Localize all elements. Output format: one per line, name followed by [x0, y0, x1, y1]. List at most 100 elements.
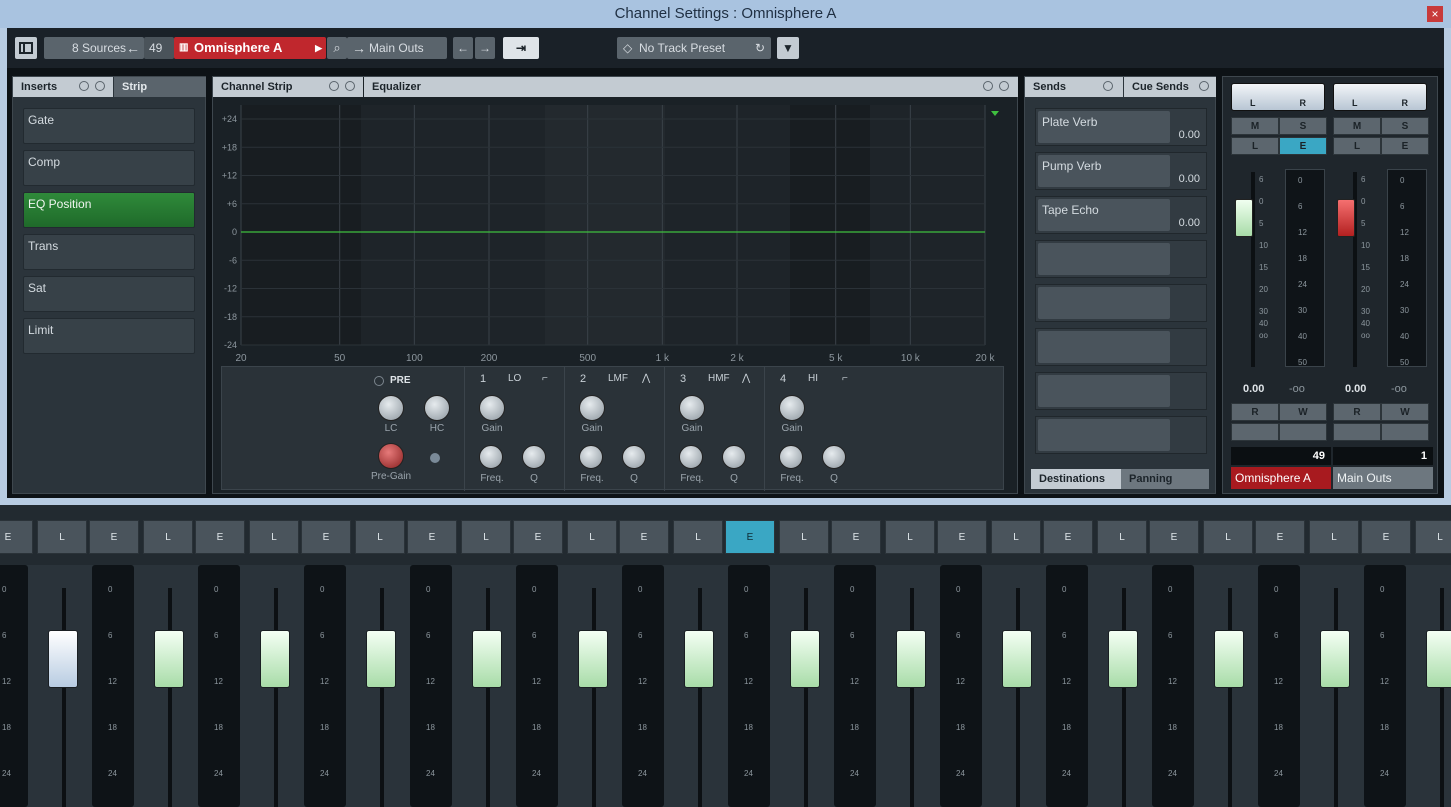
send-slot[interactable]: Plate Verb 0.00	[1035, 108, 1207, 146]
insert-slot[interactable]: Limit	[23, 318, 195, 354]
mixer-edit-button[interactable]: E	[1043, 520, 1093, 554]
volume-readout[interactable]: 0.00	[1345, 383, 1366, 395]
mixer-volume-fader[interactable]	[1320, 630, 1350, 688]
read-automation-button[interactable]: R	[1333, 403, 1381, 421]
mixer-listen-button[interactable]: L	[673, 520, 723, 554]
mixer-volume-fader[interactable]	[1108, 630, 1138, 688]
mixer-edit-button[interactable]: E	[195, 520, 245, 554]
send-name[interactable]	[1038, 331, 1170, 363]
band-shape-icon[interactable]: ⌐	[542, 373, 548, 384]
insert-slot[interactable]: EQ Position	[23, 192, 195, 228]
pan-control[interactable]: LR	[1231, 83, 1325, 111]
send-slot[interactable]	[1035, 284, 1207, 322]
mixer-volume-fader[interactable]	[154, 630, 184, 688]
insert-slot[interactable]: Comp	[23, 150, 195, 186]
send-name[interactable]: Plate Verb	[1038, 111, 1170, 143]
band-gain-knob[interactable]	[779, 395, 805, 421]
lowcut-knob[interactable]	[378, 395, 404, 421]
send-slot[interactable]	[1035, 240, 1207, 278]
mixer-listen-button[interactable]: L	[1203, 520, 1253, 554]
mixer-listen-button[interactable]: L	[1309, 520, 1359, 554]
tab-panning[interactable]: Panning	[1121, 469, 1209, 489]
band-q-knob[interactable]	[522, 445, 546, 469]
output-selector[interactable]: → Main Outs	[347, 37, 447, 59]
band-q-knob[interactable]	[722, 445, 746, 469]
pregain-knob[interactable]	[378, 443, 404, 469]
tab-strip[interactable]: Strip	[114, 77, 206, 97]
volume-fader[interactable]	[1235, 199, 1253, 237]
mixer-listen-button[interactable]: L	[249, 520, 299, 554]
insert-slot[interactable]: Trans	[23, 234, 195, 270]
band-shape-icon[interactable]: ⋀	[742, 373, 750, 384]
mixer-listen-button[interactable]: L	[37, 520, 87, 554]
mixer-listen-button[interactable]: L	[991, 520, 1041, 554]
bypass-icon[interactable]	[345, 81, 355, 91]
band-q-knob[interactable]	[822, 445, 846, 469]
write-automation-button[interactable]: W	[1381, 403, 1429, 421]
mixer-volume-fader[interactable]	[790, 630, 820, 688]
insert-slot[interactable]: Gate	[23, 108, 195, 144]
mixer-edit-button[interactable]: E	[1361, 520, 1411, 554]
edit-button[interactable]: E	[1279, 137, 1327, 155]
band-q-knob[interactable]	[622, 445, 646, 469]
send-level[interactable]: 0.00	[1179, 217, 1200, 229]
mixer-listen-button[interactable]: L	[461, 520, 511, 554]
preset-menu-button[interactable]: ▼	[777, 37, 799, 59]
phase-icon[interactable]	[430, 453, 440, 463]
mixer-edit-button[interactable]: E	[301, 520, 351, 554]
bypass-icon[interactable]	[999, 81, 1009, 91]
send-name[interactable]	[1038, 287, 1170, 319]
mixer-edit-button[interactable]: E	[1255, 520, 1305, 554]
mixer-volume-fader[interactable]	[366, 630, 396, 688]
track-preset-selector[interactable]: ◇ No Track Preset ↻	[617, 37, 771, 59]
search-button[interactable]: ⌕	[327, 37, 347, 59]
next-channel-button[interactable]: →	[475, 37, 495, 59]
automation-slot[interactable]	[1279, 423, 1327, 441]
automation-slot[interactable]	[1231, 423, 1279, 441]
power-icon[interactable]	[1199, 81, 1209, 91]
band-freq-knob[interactable]	[579, 445, 603, 469]
band-shape-icon[interactable]: ⋀	[642, 373, 650, 384]
mixer-listen-button[interactable]: L	[355, 520, 405, 554]
insert-slot[interactable]: Sat	[23, 276, 195, 312]
mixer-edit-button[interactable]: E	[725, 520, 775, 554]
send-slot[interactable]	[1035, 416, 1207, 454]
band-shape-icon[interactable]: ⌐	[842, 373, 848, 384]
read-automation-button[interactable]: R	[1231, 403, 1279, 421]
solo-button[interactable]: S	[1381, 117, 1429, 135]
send-slot[interactable]: Pump Verb 0.00	[1035, 152, 1207, 190]
mute-button[interactable]: M	[1231, 117, 1279, 135]
peak-readout[interactable]: -oo	[1391, 383, 1407, 395]
tab-channel-strip[interactable]: Channel Strip	[213, 77, 363, 97]
peak-readout[interactable]: -oo	[1289, 383, 1305, 395]
edit-button[interactable]: E	[1381, 137, 1429, 155]
listen-button[interactable]: L	[1333, 137, 1381, 155]
mixer-volume-fader[interactable]	[896, 630, 926, 688]
mixer-volume-fader[interactable]	[48, 630, 78, 688]
band-freq-knob[interactable]	[779, 445, 803, 469]
sources-selector[interactable]: 8 Sources ←	[44, 37, 144, 59]
mixer-listen-button[interactable]: L	[1097, 520, 1147, 554]
mixer-volume-fader[interactable]	[578, 630, 608, 688]
mixer-listen-button[interactable]: L	[143, 520, 193, 554]
send-name[interactable]: Tape Echo	[1038, 199, 1170, 231]
power-icon[interactable]	[1103, 81, 1113, 91]
mixer-edit-button[interactable]: E	[1149, 520, 1199, 554]
send-level[interactable]: 0.00	[1179, 129, 1200, 141]
eq-curve-display[interactable]: 20 50 100 200 500 1 k 2 k 5 k 10 k 20 k +24 +18 +12 +…	[215, 99, 1013, 367]
route-button[interactable]: ⇥	[503, 37, 539, 59]
send-name[interactable]: Pump Verb	[1038, 155, 1170, 187]
mixer-listen-button[interactable]: L	[885, 520, 935, 554]
band-freq-knob[interactable]	[679, 445, 703, 469]
channel-number[interactable]: 49	[144, 37, 174, 59]
mixer-edit-button[interactable]: E	[619, 520, 669, 554]
power-icon[interactable]	[983, 81, 993, 91]
band-gain-knob[interactable]	[679, 395, 705, 421]
mixer-listen-button[interactable]: L	[567, 520, 617, 554]
tab-destinations[interactable]: Destinations	[1031, 469, 1121, 489]
band-gain-knob[interactable]	[479, 395, 505, 421]
bypass-icon[interactable]	[95, 81, 105, 91]
mixer-listen-button[interactable]: L	[1415, 520, 1451, 554]
mixer-volume-fader[interactable]	[1002, 630, 1032, 688]
channel-name-label[interactable]: Omnisphere A	[1231, 467, 1331, 489]
